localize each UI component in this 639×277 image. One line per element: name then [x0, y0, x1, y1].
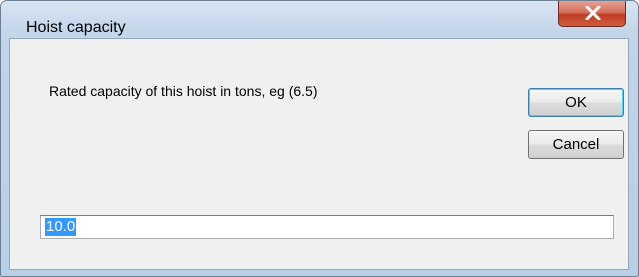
prompt-label: Rated capacity of this hoist in tons, eg… — [49, 83, 318, 99]
window-title: Hoist capacity — [26, 19, 126, 36]
cancel-button[interactable]: Cancel — [528, 130, 624, 159]
close-icon — [585, 6, 601, 20]
title-bar[interactable]: Hoist capacity — [1, 1, 638, 36]
close-button[interactable] — [558, 1, 626, 27]
capacity-input[interactable]: 10.0 — [40, 215, 614, 239]
dialog-client-area: Rated capacity of this hoist in tons, eg… — [9, 38, 629, 270]
selected-input-text: 10.0 — [45, 218, 77, 236]
ok-button[interactable]: OK — [528, 88, 624, 117]
dialog-window: Hoist capacity Rated capacity of this ho… — [0, 0, 639, 277]
